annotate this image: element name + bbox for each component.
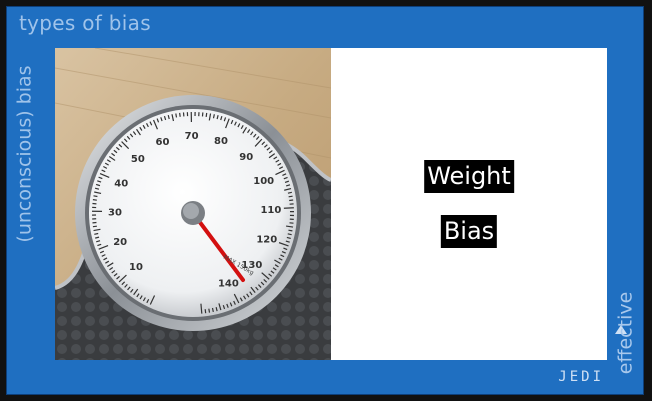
topic-word-bias: Bias <box>440 215 498 248</box>
topic-word-weight: Weight <box>424 160 514 193</box>
brand-mark: effective <box>611 278 639 388</box>
dial-number: 110 <box>260 205 281 216</box>
dial-number: 10 <box>129 262 143 273</box>
content-panel: Weight Bias <box>331 48 607 360</box>
brand-text: effective <box>614 291 637 375</box>
dial-number: 30 <box>108 208 122 219</box>
dial-number: 80 <box>214 136 228 147</box>
dial-number: 70 <box>185 131 199 142</box>
dial-number: 140 <box>218 278 239 289</box>
dial-number: 60 <box>156 137 170 148</box>
dial-number: 40 <box>114 179 128 190</box>
scale-illustration: 10203040506070 8090100110120130140MAX 150… <box>55 48 331 360</box>
dial-number: 120 <box>256 234 277 245</box>
side-label: (unconscious) bias <box>9 49 41 259</box>
slide-title: types of bias <box>19 11 151 35</box>
dial-number: 100 <box>253 176 274 187</box>
scale-photo: 10 20 30 40 50 60 70 80 90 100 110 120 130 140 MAX 150… <box>55 48 331 360</box>
slide: types of bias (unconscious) bias 10 20 3… <box>6 6 644 395</box>
dial-number: 50 <box>131 154 145 165</box>
side-label-text: (unconscious) bias <box>14 65 37 243</box>
dial-number: 90 <box>239 152 253 163</box>
dial-number: 20 <box>113 237 127 248</box>
jedi-logo: JEDI <box>558 369 604 385</box>
